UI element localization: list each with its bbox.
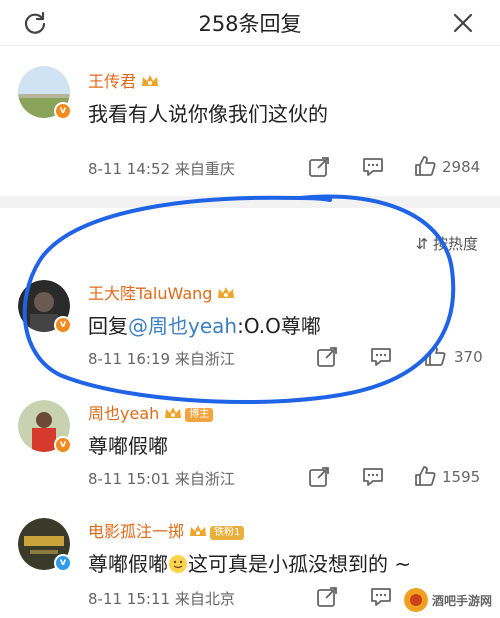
comment-meta: 8-11 15:01 来自浙江 [88,468,235,489]
page-title: 258条回复 [198,12,302,36]
comment-location: 来自浙江 [174,470,235,488]
mention-link[interactable]: @周也yeah [128,314,237,338]
avatar[interactable]: v [18,66,72,120]
share-icon[interactable] [316,586,338,608]
like-icon[interactable] [414,155,436,177]
author-name-text: 王传君 [88,72,137,91]
smile-emoji-icon [169,555,187,573]
section-divider [0,196,500,208]
verified-badge-icon: v [54,102,72,120]
share-icon[interactable] [308,156,330,178]
verified-badge-icon: v [54,316,72,334]
watermark: 酒吧手游网 [402,586,494,614]
comment-text: 我看有人说你像我们这伙的 [88,102,328,126]
crown-icon [218,287,235,298]
author-tag: 博主 [185,408,214,422]
avatar[interactable]: v [18,518,72,572]
crown-icon [165,407,182,418]
watermark-logo-icon [404,588,428,612]
comment-date: 8-11 15:01 [88,470,171,488]
sort-label: 按热度 [432,235,478,253]
sort-toggle[interactable]: ⇵ 按热度 [416,233,478,254]
like-icon[interactable] [414,465,436,487]
comment-text: 尊嘟假嘟 [88,434,168,458]
author-name-text: 周也yeah [88,404,160,423]
comment-icon[interactable] [362,156,384,178]
comment-location: 来自重庆 [174,160,235,178]
author-name[interactable]: 王大陸TaluWang [88,280,236,304]
top-bar: 258条回复 [0,0,500,46]
comment-text-suffix: :O.O尊嘟 [237,314,321,338]
comment-icon[interactable] [370,346,392,368]
crown-icon [190,525,207,536]
close-icon[interactable] [450,10,476,36]
comment-icon[interactable] [362,466,384,488]
avatar[interactable]: v [18,400,72,454]
comment-item: v 王大陸TaluWang 回复@周也yeah:O.O尊嘟 8-11 16:19… [0,270,500,380]
share-icon[interactable] [316,346,338,368]
comment-icon[interactable] [370,586,392,608]
comment-text-after: 这可真是小孤没想到的 ~ [188,552,412,576]
watermark-text: 酒吧手游网 [432,594,493,608]
sort-icon: ⇵ [415,235,429,253]
comment-location: 来自浙江 [174,350,235,368]
reply-prefix: 回复 [88,314,128,338]
like-count: 1595 [442,468,481,486]
comment-date: 8-11 14:52 [88,160,171,178]
author-name[interactable]: 周也yeah 博主 [88,400,214,424]
comment-meta: 8-11 16:19 来自浙江 [88,348,235,369]
avatar[interactable]: v [18,280,72,334]
share-icon[interactable] [308,466,330,488]
comment-date: 8-11 16:19 [88,350,171,368]
comment-meta: 8-11 15:11 来自北京 [88,588,235,609]
verified-badge-icon: v [54,554,72,572]
comment-text: 回复@周也yeah:O.O尊嘟 [88,310,321,339]
author-name[interactable]: 王传君 [88,68,160,92]
verified-badge-icon: v [54,436,72,454]
crown-icon [142,75,159,86]
like-count: 2984 [442,158,481,176]
comment-text: 尊嘟假嘟 这可真是小孤没想到的 ~ [88,548,411,577]
author-tag: 铁粉1 [210,526,245,540]
author-name-text: 王大陸TaluWang [88,284,213,303]
comment-meta: 8-11 14:52 来自重庆 [88,158,235,179]
author-name-text: 电影孤注一掷 [88,522,185,541]
comment-item: v 周也yeah 博主 尊嘟假嘟 8-11 15:01 来自浙江 1595 [0,392,500,502]
author-name[interactable]: 电影孤注一掷 铁粉1 [88,518,245,542]
like-icon[interactable] [424,345,446,367]
comment-item: v 王传君 我看有人说你像我们这伙的 8-11 14:52 来自重庆 2984 [0,60,500,190]
like-count: 370 [454,348,483,366]
comment-text-before: 尊嘟假嘟 [88,552,168,576]
comment-location: 来自北京 [174,590,235,608]
comment-date: 8-11 15:11 [88,590,171,608]
